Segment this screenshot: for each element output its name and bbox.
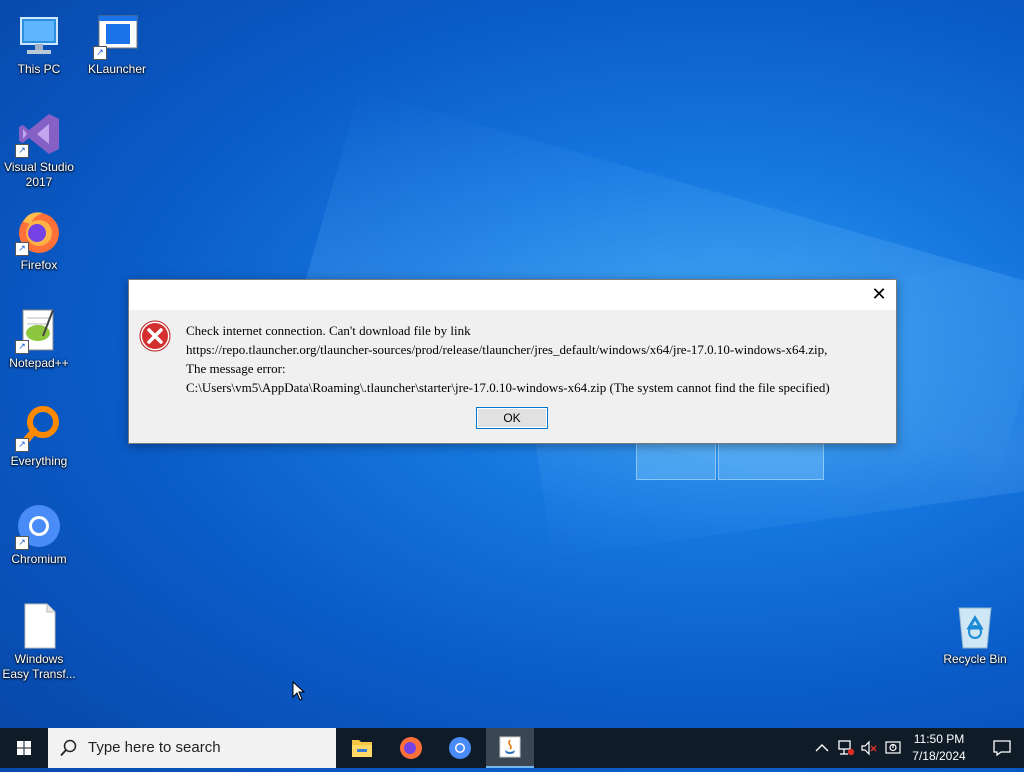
error-message: Check internet connection. Can't downloa… [186,321,830,397]
desktop-icon-this-pc[interactable]: This PC [0,12,78,77]
desktop-icon-label: Notepad++ [9,356,69,370]
notepadpp-icon: ↗ [15,306,63,354]
desktop-icon-visual-studio[interactable]: ↗ Visual Studio 2017 [0,110,78,190]
notification-status-icon[interactable] [884,739,902,757]
desktop-icon-windows-easy-transfer[interactable]: Windows Easy Transf... [0,602,78,682]
ok-button[interactable]: OK [476,407,548,429]
desktop-icon-chromium[interactable]: ↗ Chromium [0,502,78,567]
message-line: The message error: [186,361,286,376]
chevron-up-icon[interactable] [814,740,830,756]
start-button[interactable] [0,728,48,768]
action-center-button[interactable] [980,728,1024,768]
taskbar-file-explorer[interactable] [338,728,386,768]
visual-studio-icon: ↗ [15,110,63,158]
computer-icon [15,12,63,60]
recycle-bin-icon [951,602,999,650]
java-app-icon [499,736,521,758]
shortcut-arrow-icon: ↗ [93,46,107,60]
shortcut-arrow-icon: ↗ [15,438,29,452]
message-line: Check internet connection. Can't downloa… [186,323,471,338]
message-line: C:\Users\vm5\AppData\Roaming\.tlauncher\… [186,380,830,395]
shortcut-arrow-icon: ↗ [15,340,29,354]
search-placeholder: Type here to search [88,739,221,756]
file-icon [15,602,63,650]
error-icon [139,320,171,352]
system-tray [812,728,902,768]
desktop-icon-label: This PC [17,62,61,76]
message-line: https://repo.tlauncher.org/tlauncher-sou… [186,342,828,357]
taskbar: Type here to search 11:50 PM 7/18/2024 [0,728,1024,768]
speaker-muted-icon[interactable] [860,739,878,757]
shortcut-arrow-icon: ↗ [15,242,29,256]
desktop-icon-label: Visual Studio 2017 [4,160,74,189]
desktop-icon-label: Recycle Bin [943,652,1007,666]
desktop-icon-label: Everything [10,454,68,468]
dialog-titlebar[interactable]: ✕ [129,280,896,310]
desktop-icon-klauncher[interactable]: ↗ KLauncher [78,12,156,77]
chromium-icon: ↗ [15,502,63,550]
action-center-icon [993,740,1011,757]
desktop-icon-recycle-bin[interactable]: Recycle Bin [936,602,1014,667]
error-dialog: ✕ Check internet connection. Can't downl… [128,279,897,444]
search-icon [60,739,77,757]
desktop-icon-firefox[interactable]: ↗ Firefox [0,208,78,273]
desktop-icon-label: KLauncher [87,62,147,76]
desktop-icon-notepadpp[interactable]: ↗ Notepad++ [0,306,78,371]
clock-date: 7/18/2024 [912,749,966,763]
search-box[interactable]: Type here to search [48,728,336,768]
taskbar-chromium[interactable] [436,728,484,768]
everything-search-icon: ↗ [15,404,63,452]
firefox-icon [400,737,422,759]
desktop-icon-everything[interactable]: ↗ Everything [0,404,78,469]
mouse-cursor-icon [292,680,306,705]
windows-logo-icon [17,741,31,755]
firefox-icon: ↗ [15,208,63,256]
taskbar-firefox[interactable] [387,728,435,768]
klauncher-icon: ↗ [93,12,141,60]
desktop-icon-label: Firefox [20,258,58,272]
clock[interactable]: 11:50 PM 7/18/2024 [905,731,973,765]
desktop-icon-label: Chromium [11,552,67,566]
close-button[interactable]: ✕ [864,280,894,310]
taskbar-java-app[interactable] [486,728,534,768]
clock-time: 11:50 PM [913,732,965,746]
chromium-icon [449,737,471,759]
file-explorer-icon [352,740,372,757]
desktop-icon-label: Windows Easy Transf... [2,652,76,681]
shortcut-arrow-icon: ↗ [15,144,29,158]
shortcut-arrow-icon: ↗ [15,536,29,550]
network-icon[interactable] [837,739,855,757]
